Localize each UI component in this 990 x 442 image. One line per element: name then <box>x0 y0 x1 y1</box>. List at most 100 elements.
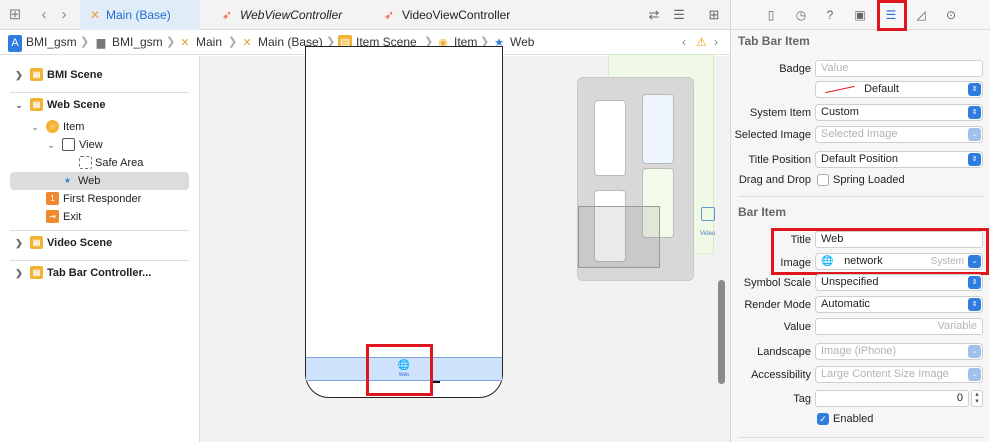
outline-safe-area[interactable]: Safe Area <box>0 154 200 172</box>
badge-color-popup[interactable]: Default ⇕ <box>815 81 983 98</box>
spring-loaded-checkbox[interactable] <box>817 174 829 186</box>
minimap-viewport[interactable] <box>578 206 660 268</box>
disclosure-right-icon[interactable]: ❯ <box>14 234 24 252</box>
item-circle-icon: ○ <box>46 120 59 133</box>
identity-icon[interactable]: ▣ <box>850 5 870 25</box>
badge-input[interactable]: Value <box>815 60 983 77</box>
value-input[interactable]: Variable <box>815 318 983 335</box>
chevron-right-icon: ❯ <box>228 36 238 48</box>
lines-icon[interactable]: ☰ <box>670 6 688 24</box>
video-tab-label: Video <box>700 231 716 237</box>
minimap-scene <box>594 100 626 176</box>
chevron-left-icon[interactable]: ‹ <box>682 34 686 51</box>
highlight-box-attributes-tab <box>877 0 907 31</box>
tab-videoviewcontroller[interactable]: ➶ VideoViewController <box>360 0 535 30</box>
storyboard-icon: ✕ <box>242 37 252 49</box>
landscape-combo[interactable]: Image (iPhone) ⌄ <box>815 343 983 360</box>
outline-bmi-scene[interactable]: ❯ ▤ BMI Scene <box>0 66 200 84</box>
file-icon[interactable]: ▯ <box>761 5 781 25</box>
star-icon: ★ <box>63 176 72 185</box>
breadcrumb-project[interactable]: A BMI_gsm <box>8 34 77 52</box>
storyboard-icon: ✕ <box>180 37 190 49</box>
storyboard-canvas[interactable]: 🌐 Web Video <box>200 46 730 442</box>
forward-chevron-icon[interactable]: › <box>56 6 72 24</box>
disclosure-down-icon[interactable]: ⌄ <box>46 136 56 154</box>
enabled-label: Enabled <box>833 413 874 425</box>
drag-drop-label: Drag and Drop <box>738 174 811 186</box>
render-mode-label: Render Mode <box>744 299 811 311</box>
swap-arrows-icon[interactable]: ⇄ <box>645 6 663 24</box>
symbol-scale-popup[interactable]: Unspecified ⇕ <box>815 274 983 291</box>
divider <box>10 260 189 261</box>
system-item-label: System Item <box>749 107 811 119</box>
connections-icon[interactable]: ⊙ <box>941 5 961 25</box>
selected-image-combo[interactable]: Selected Image ⌄ <box>815 126 983 143</box>
disclosure-right-icon[interactable]: ❯ <box>14 264 24 282</box>
system-item-popup[interactable]: Custom ⇕ <box>815 104 983 121</box>
help-icon[interactable]: ? <box>820 5 840 25</box>
tab-main-base[interactable]: ✕ Main (Base) <box>80 0 200 30</box>
breadcrumb-main[interactable]: ✕ Main <box>178 34 222 51</box>
disclosure-down-icon[interactable]: ⌄ <box>14 96 24 114</box>
disclosure-down-icon[interactable]: ⌄ <box>30 118 40 136</box>
popup-chevron-icon: ⇕ <box>968 83 981 96</box>
outline-video-scene[interactable]: ❯ ▤ Video Scene <box>0 234 200 252</box>
outline-first-responder[interactable]: 1 First Responder <box>0 190 200 208</box>
chevron-right-icon: ❯ <box>80 36 90 48</box>
outline-exit[interactable]: ⇥ Exit <box>0 208 200 226</box>
title-position-label: Title Position <box>748 154 811 166</box>
minimap[interactable] <box>577 77 694 281</box>
add-editor-icon[interactable]: ⊞ <box>705 6 723 24</box>
chevron-right-icon[interactable]: › <box>714 34 718 51</box>
popup-chevron-icon: ⇕ <box>968 153 981 166</box>
divider <box>738 437 984 438</box>
popup-chevron-icon: ⇕ <box>968 276 981 289</box>
dropdown-chevron-icon: ⌄ <box>968 345 981 358</box>
history-icon[interactable]: ◷ <box>791 5 811 25</box>
scene-icon: ▤ <box>30 98 43 111</box>
title-position-popup[interactable]: Default Position ⇕ <box>815 151 983 168</box>
warning-icon[interactable]: ⚠ <box>696 34 707 51</box>
section-tab-bar-item: Tab Bar Item <box>738 34 810 48</box>
view-square-icon <box>62 138 75 151</box>
swift-icon: ➶ <box>222 8 233 22</box>
no-color-swatch-icon <box>825 85 855 93</box>
vertical-scrollbar[interactable] <box>718 280 725 384</box>
badge-label: Badge <box>779 63 811 75</box>
tag-stepper[interactable]: ▴ ▾ <box>971 390 983 407</box>
breadcrumb-folder[interactable]: ▆ BMI_gsm <box>94 34 163 51</box>
scene-icon: ▤ <box>30 266 43 279</box>
size-ruler-icon[interactable]: ◿ <box>911 5 931 25</box>
divider <box>10 92 189 93</box>
spring-loaded-label: Spring Loaded <box>833 174 905 186</box>
document-outline: ❯ ▤ BMI Scene ⌄ ▤ Web Scene ⌄ ○ Item ⌄ V… <box>0 56 200 442</box>
scene-icon: ▤ <box>30 236 43 249</box>
outline-tab-bar-controller[interactable]: ❯ ▤ Tab Bar Controller... <box>0 264 200 282</box>
tag-label: Tag <box>793 393 811 405</box>
accessibility-combo[interactable]: Large Content Size Image ⌄ <box>815 366 983 383</box>
outline-web-scene[interactable]: ⌄ ▤ Web Scene <box>0 96 200 114</box>
disclosure-right-icon[interactable]: ❯ <box>14 66 24 84</box>
tag-input[interactable]: 0 <box>815 390 969 407</box>
safe-area-icon <box>79 156 92 169</box>
video-icon <box>701 207 715 221</box>
outline-web[interactable]: ★ Web <box>10 172 189 190</box>
first-responder-icon: 1 <box>46 192 59 205</box>
tab-webviewcontroller[interactable]: ➶ WebViewController <box>200 0 355 30</box>
swift-icon: ➶ <box>384 8 395 22</box>
folder-icon: ▆ <box>96 37 106 49</box>
back-chevron-icon[interactable]: ‹ <box>36 6 52 24</box>
outline-view[interactable]: ⌄ View <box>0 136 200 154</box>
outline-item[interactable]: ⌄ ○ Item <box>0 118 200 136</box>
divider <box>738 196 984 197</box>
dropdown-chevron-icon: ⌄ <box>968 368 981 381</box>
value-label: Value <box>783 321 811 333</box>
render-mode-popup[interactable]: Automatic ⇕ <box>815 296 983 313</box>
highlight-box-bar-item <box>771 228 989 275</box>
home-indicator <box>432 381 440 383</box>
editor-tab-bar: ⊞ ‹ › ✕ Main (Base) ➶ WebViewController … <box>0 0 730 30</box>
dropdown-chevron-icon: ⌄ <box>968 128 981 141</box>
enabled-checkbox[interactable]: ✓ <box>817 413 829 425</box>
grid-icon[interactable]: ⊞ <box>7 6 23 24</box>
scene-icon: ▤ <box>30 68 43 81</box>
